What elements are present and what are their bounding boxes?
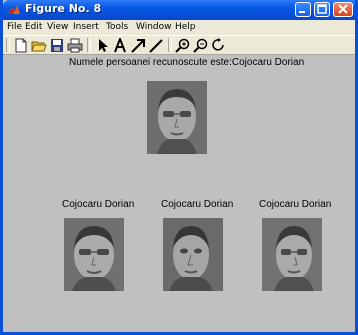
open-folder-icon[interactable] [31,38,47,53]
toolbar-separator [87,38,91,52]
menu-window[interactable]: Window [136,22,172,32]
text-icon[interactable] [112,38,128,53]
zoom-in-icon[interactable] [175,38,191,53]
menu-tools[interactable]: Tools [106,22,128,32]
toolbar-grip [6,38,10,52]
arrow-icon[interactable] [130,38,146,53]
rotate-icon[interactable] [211,38,227,53]
match-face-image-3 [262,218,322,291]
recognition-heading: Numele persoanei recunoscute este:Cojoca… [69,57,305,68]
menu-file[interactable]: File [7,22,22,32]
recognized-face-image [147,81,207,154]
window-title: Figure No. 8 [25,2,102,15]
maximize-button[interactable] [314,2,330,17]
figure-window: Figure No. 8 File Edit View Insert Tools… [0,0,358,335]
match-caption-1: Cojocaru Dorian [62,199,135,210]
menu-insert[interactable]: Insert [73,22,99,32]
toolbar [3,35,355,55]
match-caption-3: Cojocaru Dorian [259,199,332,210]
menu-bar: File Edit View Insert Tools Window Help [3,20,355,35]
title-bar[interactable]: Figure No. 8 [3,0,355,20]
close-button[interactable] [333,2,353,17]
line-icon[interactable] [148,38,164,53]
figure-canvas: Numele persoanei recunoscute este:Cojoca… [3,55,355,332]
minimize-button[interactable] [295,2,311,17]
menu-help[interactable]: Help [175,22,196,32]
menu-edit[interactable]: Edit [25,22,42,32]
matlab-logo-icon [7,3,21,17]
match-caption-2: Cojocaru Dorian [161,199,234,210]
toolbar-separator [168,38,172,52]
print-icon[interactable] [67,38,83,53]
match-face-image-2 [163,218,223,291]
new-file-icon[interactable] [13,38,29,53]
save-icon[interactable] [49,38,65,53]
menu-view[interactable]: View [47,22,68,32]
match-face-image-1 [64,218,124,291]
zoom-out-icon[interactable] [193,38,209,53]
pointer-icon[interactable] [94,38,110,53]
